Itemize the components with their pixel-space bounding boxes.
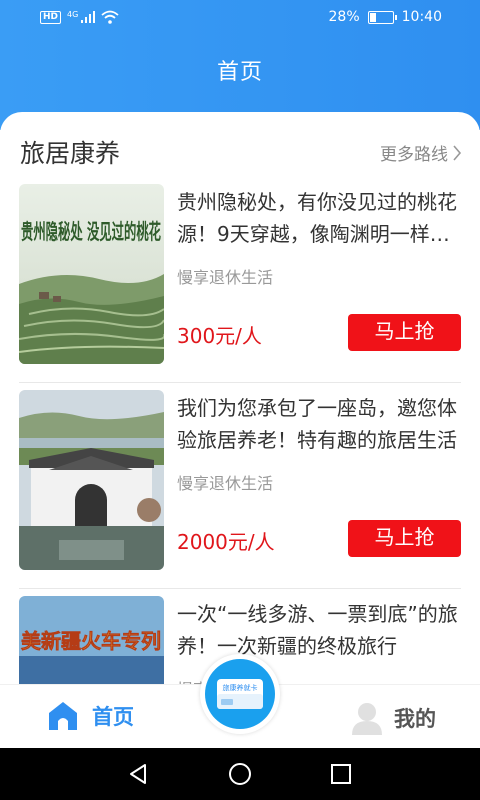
battery-icon [367,10,397,24]
section-header: 旅居康养 更多路线 [20,134,462,170]
home-icon [49,702,77,730]
signal-icon [81,11,96,23]
more-routes-label: 更多路线 [380,145,448,165]
tab-mine-label: 我的 [394,707,436,731]
status-left: HD 4G [40,10,119,24]
hd-badge: HD [40,10,62,24]
battery-percent: 28% [328,9,360,25]
center-card-button[interactable]: 旅康养就卡 [200,654,280,734]
route-price: 300元/人 [177,324,262,348]
home-circle-icon[interactable] [228,762,252,786]
route-card[interactable]: 我们为您承包了一座岛，邀您体验旅居养老！特有趣的旅居生活 慢享退休生活 2000… [19,390,461,570]
route-image[interactable] [19,390,164,570]
route-image[interactable]: 美新疆火车专列 [19,596,164,684]
tab-home-label: 首页 [92,705,134,729]
back-icon[interactable] [127,763,149,785]
wifi-icon [101,10,119,24]
app-header: HD 4G 28% 10:40 首页 [0,0,480,130]
route-price: 2000元/人 [177,530,275,554]
buy-now-button[interactable]: 马上抢 [348,520,461,557]
content-panel[interactable]: 旅居康养 更多路线 贵州隐秘处 没见过的桃花 贵州隐秘处，有你没见过的桃花源！9… [0,112,480,684]
system-nav-bar [0,748,480,800]
route-title[interactable]: 一次“一线多游、一票到底”的旅养！一次新疆的终极旅行 [177,598,461,662]
section-title: 旅居康养 [20,139,121,168]
battery-fill [369,12,376,22]
card-label: 旅康养就卡 [223,683,258,692]
route-tag: 慢享退休生活 [177,474,274,493]
clock: 10:40 [401,9,442,25]
network-type: 4G [67,10,79,19]
image-caption: 美新疆火车专列 [21,629,161,653]
tab-home[interactable]: 首页 [46,699,134,733]
user-icon [352,703,382,735]
recent-apps-icon[interactable] [331,764,351,784]
status-bar: HD 4G 28% 10:40 [0,0,480,36]
route-title[interactable]: 我们为您承包了一座岛，邀您体验旅居养老！特有趣的旅居生活 [177,392,461,456]
route-tag: 慢享退休生活 [177,268,274,287]
chevron-right-icon [453,144,462,161]
center-card-circle: 旅康养就卡 [205,659,275,729]
tab-mine[interactable]: 我的 [348,699,436,737]
divider [19,588,461,589]
divider [19,382,461,383]
status-right: 28% 10:40 [329,9,442,25]
card-icon: 旅康养就卡 [217,679,263,709]
image-caption: 贵州隐秘处 没见过的桃花 [21,219,161,244]
page-title: 首页 [216,60,263,85]
more-routes-link[interactable]: 更多路线 [380,140,462,165]
route-title[interactable]: 贵州隐秘处，有你没见过的桃花源！9天穿越，像陶渊明一样生活 [177,186,461,250]
route-image[interactable]: 贵州隐秘处 没见过的桃花 [19,184,164,364]
route-card[interactable]: 贵州隐秘处 没见过的桃花 贵州隐秘处，有你没见过的桃花源！9天穿越，像陶渊明一样… [19,184,461,364]
buy-now-button[interactable]: 马上抢 [348,314,461,351]
